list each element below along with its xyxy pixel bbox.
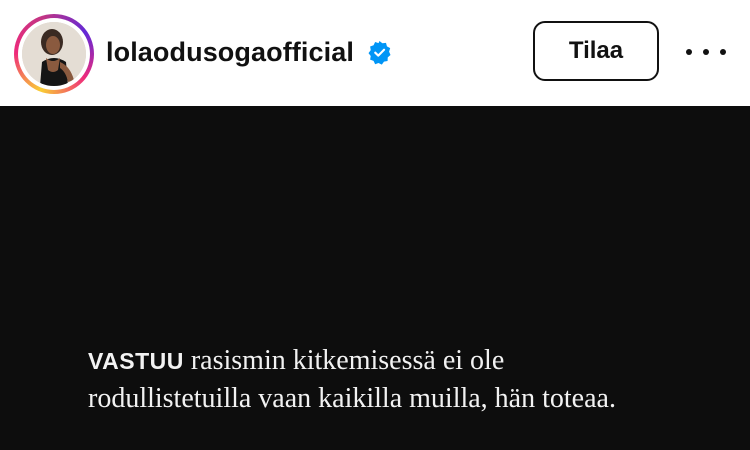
avatar-photo-icon	[22, 22, 86, 86]
story-ring[interactable]	[14, 14, 94, 94]
caption-line-1: rasismin kitkemisessä ei ole	[183, 345, 505, 376]
more-dot	[703, 49, 709, 55]
post-header: lolaodusogaofficial Tilaa	[0, 0, 750, 106]
post-media[interactable]: VASTUU rasismin kitkemisessä ei ole rodu…	[0, 106, 750, 450]
verified-badge-icon	[368, 40, 391, 65]
more-options-icon[interactable]	[686, 38, 726, 66]
caption-line-2: rodullistetuilla vaan kaikilla muilla, h…	[88, 383, 616, 414]
instagram-post: lolaodusogaofficial Tilaa VASTUU rasismi…	[0, 0, 750, 450]
more-dot	[686, 49, 692, 55]
avatar	[22, 22, 86, 86]
username[interactable]: lolaodusogaofficial	[106, 34, 354, 70]
avatar-border	[18, 18, 90, 90]
more-dot	[720, 49, 726, 55]
subscribe-button[interactable]: Tilaa	[533, 21, 659, 81]
media-caption: VASTUU rasismin kitkemisessä ei ole rodu…	[88, 342, 728, 418]
caption-lead: VASTUU	[88, 348, 184, 374]
